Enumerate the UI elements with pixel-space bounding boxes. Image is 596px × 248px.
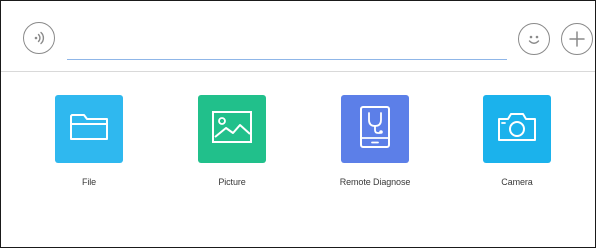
file-tile-icon[interactable] <box>55 95 123 163</box>
stethoscope-tablet-icon <box>358 105 392 154</box>
camera-label: Camera <box>501 177 533 187</box>
smiley-icon <box>523 28 545 50</box>
image-icon <box>210 109 254 150</box>
picture-tile-icon[interactable] <box>198 95 266 163</box>
picture-label: Picture <box>218 177 246 187</box>
message-input-bar <box>1 1 595 72</box>
message-input[interactable] <box>67 35 507 60</box>
more-button[interactable] <box>561 23 593 55</box>
voice-button[interactable] <box>23 22 55 54</box>
chat-panel: File Picture Remote Diagnose Camera <box>0 0 596 248</box>
emoji-button[interactable] <box>518 23 550 55</box>
folder-icon <box>68 110 110 149</box>
plus-icon <box>566 28 588 50</box>
attachment-picture[interactable]: Picture <box>172 95 292 187</box>
attachment-remote-diagnose[interactable]: Remote Diagnose <box>315 95 435 187</box>
remote-diagnose-tile-icon[interactable] <box>341 95 409 163</box>
attachment-camera[interactable]: Camera <box>457 95 577 187</box>
camera-icon <box>495 109 539 150</box>
file-label: File <box>81 177 97 187</box>
voice-icon <box>29 28 49 48</box>
attachment-file[interactable]: File <box>29 95 149 187</box>
camera-tile-icon[interactable] <box>483 95 551 163</box>
remote-diagnose-label: Remote Diagnose <box>339 177 411 187</box>
